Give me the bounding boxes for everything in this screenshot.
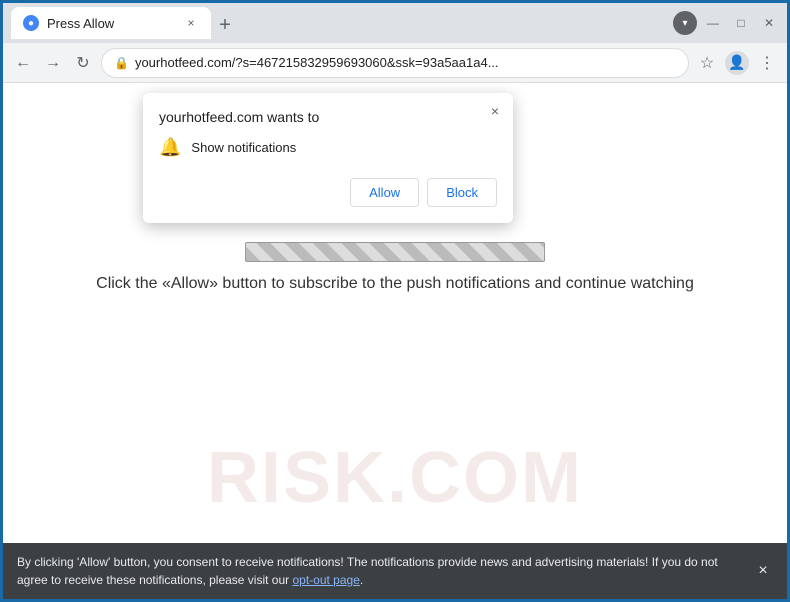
close-button[interactable]: ✕ xyxy=(759,13,779,33)
profile-button[interactable]: 👤 xyxy=(725,51,749,75)
opt-out-link[interactable]: opt-out page xyxy=(292,573,359,587)
progress-bar xyxy=(245,242,545,262)
popup-buttons: Allow Block xyxy=(159,178,497,207)
cta-text: Click the «Allow» button to subscribe to… xyxy=(66,262,724,306)
bottom-bar-text: By clicking 'Allow' button, you consent … xyxy=(17,555,718,587)
url-text: yourhotfeed.com/?s=467215832959693060&ss… xyxy=(135,55,676,70)
bottom-bar: By clicking 'Allow' button, you consent … xyxy=(3,543,787,599)
address-bar: ← → ↻ 🔒 yourhotfeed.com/?s=4672158329596… xyxy=(3,43,787,83)
browser-window: ● Press Allow × + ▾ — □ ✕ ← → ↻ 🔒 yourho… xyxy=(3,3,787,599)
tab-title: Press Allow xyxy=(47,16,114,31)
bottom-bar-close-button[interactable]: × xyxy=(751,559,775,583)
profile-dropdown[interactable]: ▾ xyxy=(673,11,697,35)
popup-title: yourhotfeed.com wants to xyxy=(159,109,497,125)
maximize-button[interactable]: □ xyxy=(731,13,751,33)
tab-favicon: ● xyxy=(23,15,39,31)
popup-close-button[interactable]: × xyxy=(485,101,505,121)
tab-bar: ● Press Allow × + xyxy=(11,7,659,39)
active-tab[interactable]: ● Press Allow × xyxy=(11,7,211,39)
popup-notification-text: Show notifications xyxy=(191,140,296,155)
notification-popup: × yourhotfeed.com wants to 🔔 Show notifi… xyxy=(143,93,513,223)
minimize-button[interactable]: — xyxy=(703,13,723,33)
tab-close-button[interactable]: × xyxy=(183,15,199,31)
url-bar[interactable]: 🔒 yourhotfeed.com/?s=467215832959693060&… xyxy=(101,48,689,78)
page-content: 🔍 ↗ Click the «Allow» button to subscrib… xyxy=(3,83,787,599)
popup-notification-row: 🔔 Show notifications xyxy=(159,137,497,158)
menu-button[interactable]: ⋮ xyxy=(755,51,779,75)
refresh-button[interactable]: ↻ xyxy=(71,51,95,75)
back-button[interactable]: ← xyxy=(11,51,35,75)
bell-icon: 🔔 xyxy=(159,137,181,158)
title-bar: ● Press Allow × + ▾ — □ ✕ xyxy=(3,3,787,43)
allow-button[interactable]: Allow xyxy=(350,178,419,207)
lock-icon: 🔒 xyxy=(114,56,129,70)
block-button[interactable]: Block xyxy=(427,178,497,207)
new-tab-button[interactable]: + xyxy=(211,11,239,39)
bookmark-button[interactable]: ☆ xyxy=(695,51,719,75)
forward-button[interactable]: → xyxy=(41,51,65,75)
window-controls: — □ ✕ xyxy=(703,13,779,33)
